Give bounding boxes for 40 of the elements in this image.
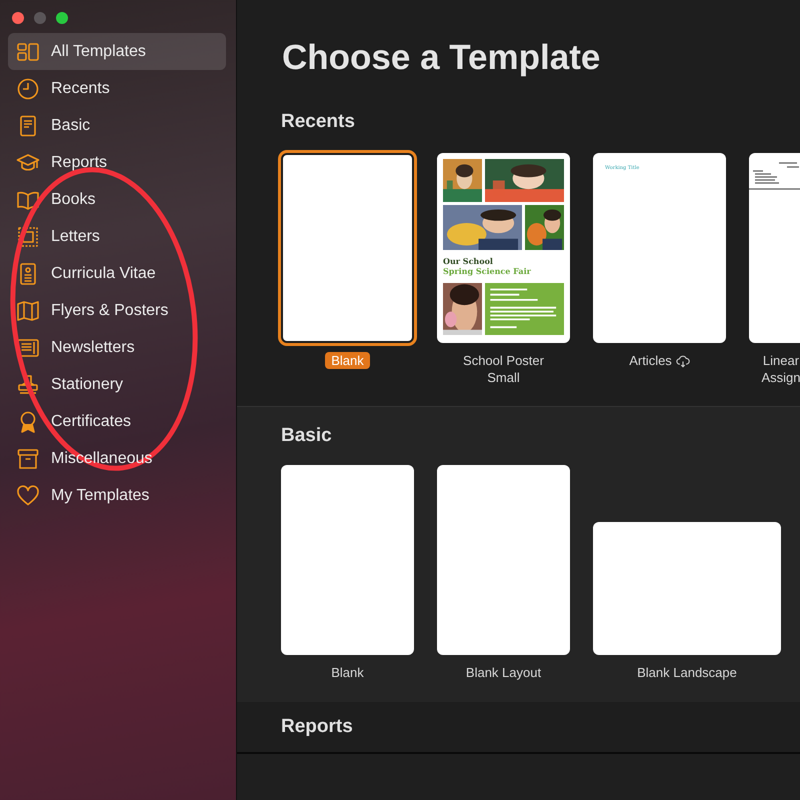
sidebar-item[interactable]: All Templates <box>8 33 226 70</box>
cloud-download-icon[interactable] <box>676 355 690 368</box>
sidebar-item[interactable]: Letters <box>8 218 226 255</box>
section-title: Recents <box>281 110 356 134</box>
sidebar-item[interactable]: My Templates <box>8 477 226 514</box>
minimize-button[interactable] <box>34 12 46 24</box>
template-thumbnail[interactable] <box>281 153 414 343</box>
template-label: Blank Landscape <box>637 664 737 681</box>
template-thumbnail[interactable] <box>593 522 781 655</box>
sidebar-item[interactable]: Curricula Vitae <box>8 255 226 292</box>
template-thumbnail[interactable] <box>437 465 570 655</box>
template-thumbnail[interactable] <box>281 465 414 655</box>
template-label: Blank <box>331 664 364 681</box>
template-thumbnail[interactable] <box>749 153 800 343</box>
sidebar-item[interactable]: Certificates <box>8 403 226 440</box>
sidebar-item[interactable]: Reports <box>8 144 226 181</box>
sidebar-item[interactable]: Flyers & Posters <box>8 292 226 329</box>
clock-icon <box>16 76 40 100</box>
archive-box-icon <box>16 446 40 470</box>
sidebar-item[interactable]: Basic <box>8 107 226 144</box>
sidebar-item[interactable]: Recents <box>8 70 226 107</box>
zoom-button[interactable] <box>56 12 68 24</box>
section-title: Basic <box>281 424 333 448</box>
map-icon <box>16 298 40 322</box>
template-label: School Poster Small <box>462 352 545 386</box>
selected-template-label: Blank <box>325 352 370 369</box>
template-label: Blank Layout <box>466 664 542 681</box>
template-label: Articles <box>629 352 672 369</box>
section-title: Reports <box>281 715 354 739</box>
poster-heading: Our School <box>443 256 493 266</box>
poster-subheading: Spring Science Fair <box>443 266 531 276</box>
heart-icon <box>16 484 40 508</box>
close-button[interactable] <box>12 12 24 24</box>
template-thumbnail[interactable]: Our School Spring Science Fair <box>437 153 570 343</box>
sidebar-item[interactable]: Books <box>8 181 226 218</box>
sidebar-item[interactable]: Newsletters <box>8 329 226 366</box>
stamp-frame-icon <box>16 224 40 248</box>
stamp-icon <box>16 372 40 396</box>
sidebar-item[interactable]: Stationery <box>8 366 226 403</box>
template-label: Linear Assign <box>761 352 800 386</box>
